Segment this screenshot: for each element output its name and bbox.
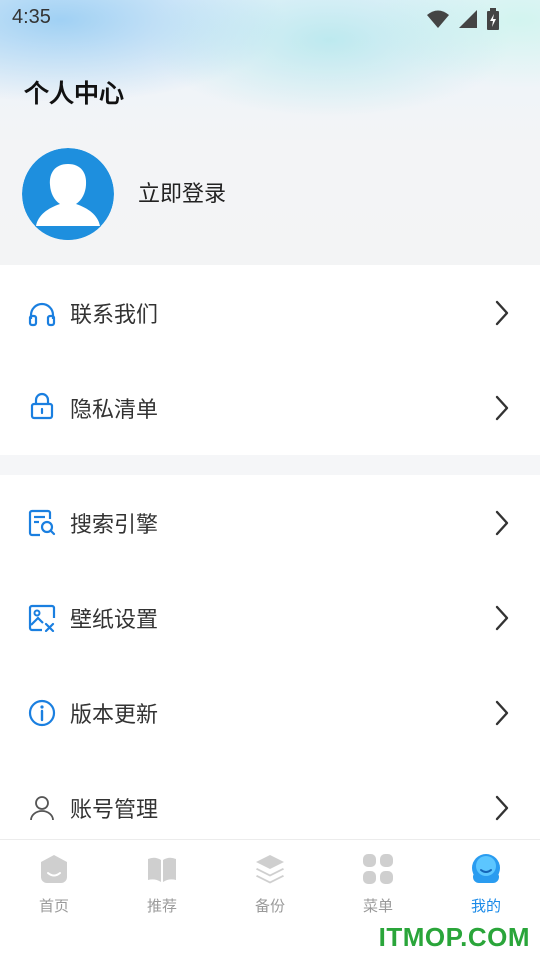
- info-icon: [28, 699, 56, 727]
- wallpaper-icon: [28, 604, 56, 632]
- tab-recommend[interactable]: 推荐: [108, 840, 216, 930]
- home-icon: [41, 855, 67, 883]
- chevron-right-icon: [495, 510, 509, 535]
- status-bar: 4:35: [0, 0, 540, 36]
- menu-item-label: 账号管理: [70, 797, 159, 823]
- menu-item-label: 联系我们: [70, 302, 159, 328]
- avatar[interactable]: [22, 148, 114, 240]
- watermark: ITMOP.COM: [378, 922, 530, 952]
- profile-icon: [472, 854, 500, 883]
- tab-label: 推荐: [146, 897, 177, 915]
- layers-icon: [256, 855, 284, 884]
- menu-item-label: 隐私清单: [70, 397, 159, 423]
- lock-icon: [30, 392, 54, 420]
- battery-icon: [487, 8, 499, 30]
- menu-group-1: 联系我们 隐私清单: [0, 265, 540, 455]
- menu-item-search-engine[interactable]: 搜索引擎: [0, 475, 540, 570]
- default-avatar-icon: [22, 148, 114, 240]
- tab-label: 备份: [254, 897, 285, 915]
- menu-item-label: 壁纸设置: [70, 607, 159, 633]
- wifi-icon: [427, 10, 449, 28]
- menu-item-label: 搜索引擎: [70, 512, 159, 538]
- login-link[interactable]: 立即登录: [138, 176, 226, 208]
- tab-label: 我的: [470, 897, 501, 915]
- tab-label: 首页: [38, 897, 69, 915]
- tab-label: 菜单: [362, 897, 393, 915]
- bottom-tab-bar: 首页 推荐 备份 菜单 我的 ITMOP.COM: [0, 839, 540, 961]
- menu-item-wallpaper-settings[interactable]: 壁纸设置: [0, 570, 540, 665]
- header: 4:35 个人中心 立即登录: [0, 0, 540, 265]
- tab-home[interactable]: 首页: [0, 840, 108, 930]
- chevron-right-icon: [495, 300, 509, 325]
- tab-mine[interactable]: 我的: [432, 840, 540, 930]
- tab-backup[interactable]: 备份: [216, 840, 324, 930]
- menu-item-privacy-list[interactable]: 隐私清单: [0, 360, 540, 455]
- menu-item-account-management[interactable]: 账号管理: [0, 760, 540, 839]
- menu-item-version-update[interactable]: 版本更新: [0, 665, 540, 760]
- signal-icon: [459, 10, 477, 28]
- page-title: 个人中心: [24, 79, 125, 108]
- grid-icon: [363, 854, 393, 884]
- status-time: 4:35: [12, 6, 51, 28]
- chevron-right-icon: [495, 795, 509, 820]
- chevron-right-icon: [495, 395, 509, 420]
- chevron-right-icon: [495, 700, 509, 725]
- menu-item-contact-us[interactable]: 联系我们: [0, 265, 540, 360]
- menu-group-2: 搜索引擎 壁纸设置 版本更新 账号管理: [0, 475, 540, 839]
- headset-icon: [28, 302, 56, 327]
- tab-menu[interactable]: 菜单: [324, 840, 432, 930]
- book-icon: [148, 857, 176, 882]
- chevron-right-icon: [495, 605, 509, 630]
- status-icons: [426, 8, 500, 30]
- menu-item-label: 版本更新: [70, 702, 159, 728]
- search-document-icon: [28, 509, 56, 537]
- account-icon: [30, 796, 54, 821]
